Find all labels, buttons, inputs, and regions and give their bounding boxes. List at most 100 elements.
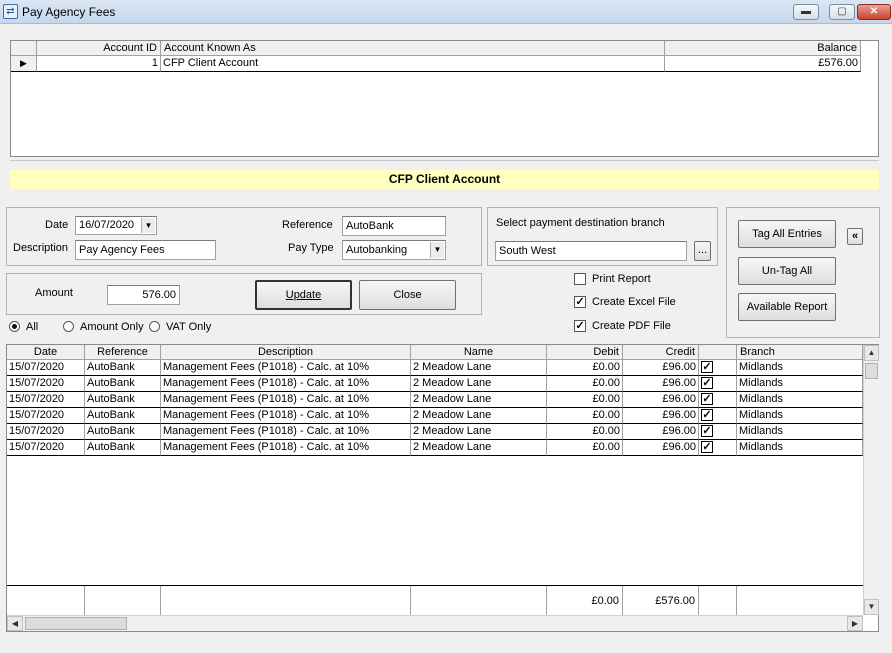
scroll-left-icon[interactable]: ◀ xyxy=(7,616,23,631)
tag-checkbox[interactable]: ✓ xyxy=(701,377,713,389)
table-row[interactable]: 15/07/2020 AutoBank Management Fees (P1018… xyxy=(7,440,863,456)
filter-vat-only-radio[interactable] xyxy=(149,321,160,332)
description-cell[interactable]: Management Fees (P1018) - Calc. at 10% xyxy=(161,360,411,376)
col-reference[interactable]: Reference xyxy=(85,345,161,360)
account-name-cell[interactable]: CFP Client Account xyxy=(161,56,665,72)
account-balance-cell[interactable]: £576.00 xyxy=(665,56,861,72)
tag-checkbox[interactable]: ✓ xyxy=(701,393,713,405)
print-report-checkbox[interactable] xyxy=(574,273,586,285)
amount-field[interactable]: 576.00 xyxy=(107,285,180,305)
col-account-id[interactable]: Account ID xyxy=(37,41,161,56)
date-cell[interactable]: 15/07/2020 xyxy=(7,392,85,408)
horizontal-scrollbar[interactable]: ◀ ▶ xyxy=(7,615,863,631)
table-row[interactable]: 15/07/2020 AutoBank Management Fees (P1018… xyxy=(7,376,863,392)
table-row[interactable]: 15/07/2020 AutoBank Management Fees (P1018… xyxy=(7,392,863,408)
debit-cell[interactable]: £0.00 xyxy=(547,424,623,440)
dropdown-arrow-icon[interactable]: ▼ xyxy=(141,218,155,233)
collapse-chevron-icon[interactable]: « xyxy=(847,228,863,245)
date-cell[interactable]: 15/07/2020 xyxy=(7,408,85,424)
accounts-grid[interactable]: Account ID Account Known As Balance ▶ 1 … xyxy=(10,40,879,157)
dropdown-arrow-icon[interactable]: ▼ xyxy=(430,242,444,258)
branch-browse-button[interactable]: ... xyxy=(694,241,711,261)
date-cell[interactable]: 15/07/2020 xyxy=(7,360,85,376)
col-name[interactable]: Name xyxy=(411,345,547,360)
name-cell[interactable]: 2 Meadow Lane xyxy=(411,392,547,408)
tag-checkbox[interactable]: ✓ xyxy=(701,425,713,437)
name-cell[interactable]: 2 Meadow Lane xyxy=(411,440,547,456)
debit-cell[interactable]: £0.00 xyxy=(547,408,623,424)
tag-checkbox[interactable]: ✓ xyxy=(701,361,713,373)
filter-amount-only-radio[interactable] xyxy=(63,321,74,332)
date-cell[interactable]: 15/07/2020 xyxy=(7,376,85,392)
reference-cell[interactable]: AutoBank xyxy=(85,376,161,392)
hscroll-thumb[interactable] xyxy=(25,617,127,630)
col-description[interactable]: Description xyxy=(161,345,411,360)
col-balance[interactable]: Balance xyxy=(665,41,861,56)
account-id-cell[interactable]: 1 xyxy=(37,56,161,72)
credit-cell[interactable]: £96.00 xyxy=(623,376,699,392)
col-branch[interactable]: Branch xyxy=(737,345,863,360)
credit-cell[interactable]: £96.00 xyxy=(623,424,699,440)
branch-cell[interactable]: Midlands xyxy=(737,360,863,376)
scroll-up-icon[interactable]: ▲ xyxy=(864,345,879,361)
col-tag[interactable] xyxy=(699,345,737,360)
minimize-icon[interactable]: ▬ xyxy=(793,4,819,20)
description-cell[interactable]: Management Fees (P1018) - Calc. at 10% xyxy=(161,440,411,456)
scroll-right-icon[interactable]: ▶ xyxy=(847,616,863,631)
tag-cell[interactable]: ✓ xyxy=(699,360,737,376)
close-window-icon[interactable]: ✕ xyxy=(857,4,891,20)
table-row[interactable]: 15/07/2020 AutoBank Management Fees (P1018… xyxy=(7,408,863,424)
table-row[interactable]: 15/07/2020 AutoBank Management Fees (P1018… xyxy=(7,360,863,376)
maximize-icon[interactable]: ▢ xyxy=(829,4,855,20)
filter-all-radio[interactable] xyxy=(9,321,20,332)
col-account-known-as[interactable]: Account Known As xyxy=(161,41,665,56)
row-selector-icon[interactable]: ▶ xyxy=(11,56,37,72)
tag-cell[interactable]: ✓ xyxy=(699,392,737,408)
debit-cell[interactable]: £0.00 xyxy=(547,392,623,408)
credit-cell[interactable]: £96.00 xyxy=(623,440,699,456)
description-cell[interactable]: Management Fees (P1018) - Calc. at 10% xyxy=(161,392,411,408)
description-cell[interactable]: Management Fees (P1018) - Calc. at 10% xyxy=(161,376,411,392)
tag-cell[interactable]: ✓ xyxy=(699,408,737,424)
branch-cell[interactable]: Midlands xyxy=(737,408,863,424)
branch-cell[interactable]: Midlands xyxy=(737,424,863,440)
create-pdf-checkbox[interactable]: ✓ xyxy=(574,320,586,332)
reference-cell[interactable]: AutoBank xyxy=(85,440,161,456)
col-date[interactable]: Date xyxy=(7,345,85,360)
create-excel-checkbox[interactable]: ✓ xyxy=(574,296,586,308)
reference-field[interactable]: AutoBank xyxy=(342,216,446,236)
date-cell[interactable]: 15/07/2020 xyxy=(7,440,85,456)
branch-cell[interactable]: Midlands xyxy=(737,392,863,408)
tag-cell[interactable]: ✓ xyxy=(699,440,737,456)
debit-cell[interactable]: £0.00 xyxy=(547,440,623,456)
credit-cell[interactable]: £96.00 xyxy=(623,360,699,376)
description-cell[interactable]: Management Fees (P1018) - Calc. at 10% xyxy=(161,424,411,440)
tag-cell[interactable]: ✓ xyxy=(699,376,737,392)
paytype-select[interactable]: Autobanking ▼ xyxy=(342,240,446,260)
reference-cell[interactable]: AutoBank xyxy=(85,424,161,440)
col-credit[interactable]: Credit xyxy=(623,345,699,360)
credit-cell[interactable]: £96.00 xyxy=(623,392,699,408)
untag-all-button[interactable]: Un-Tag All xyxy=(738,257,836,285)
date-picker[interactable]: 16/07/2020 ▼ xyxy=(75,216,157,235)
scroll-down-icon[interactable]: ▼ xyxy=(864,599,879,615)
name-cell[interactable]: 2 Meadow Lane xyxy=(411,408,547,424)
tag-checkbox[interactable]: ✓ xyxy=(701,409,713,421)
branch-field[interactable]: South West xyxy=(495,241,687,261)
tag-checkbox[interactable]: ✓ xyxy=(701,441,713,453)
scroll-thumb[interactable] xyxy=(865,363,878,379)
description-field[interactable]: Pay Agency Fees xyxy=(75,240,216,260)
col-debit[interactable]: Debit xyxy=(547,345,623,360)
name-cell[interactable]: 2 Meadow Lane xyxy=(411,376,547,392)
debit-cell[interactable]: £0.00 xyxy=(547,360,623,376)
tag-all-entries-button[interactable]: Tag All Entries xyxy=(738,220,836,248)
reference-cell[interactable]: AutoBank xyxy=(85,408,161,424)
update-button[interactable]: Update xyxy=(255,280,352,310)
name-cell[interactable]: 2 Meadow Lane xyxy=(411,424,547,440)
close-button[interactable]: Close xyxy=(359,280,456,310)
description-cell[interactable]: Management Fees (P1018) - Calc. at 10% xyxy=(161,408,411,424)
branch-cell[interactable]: Midlands xyxy=(737,440,863,456)
branch-cell[interactable]: Midlands xyxy=(737,376,863,392)
reference-cell[interactable]: AutoBank xyxy=(85,392,161,408)
tag-cell[interactable]: ✓ xyxy=(699,424,737,440)
